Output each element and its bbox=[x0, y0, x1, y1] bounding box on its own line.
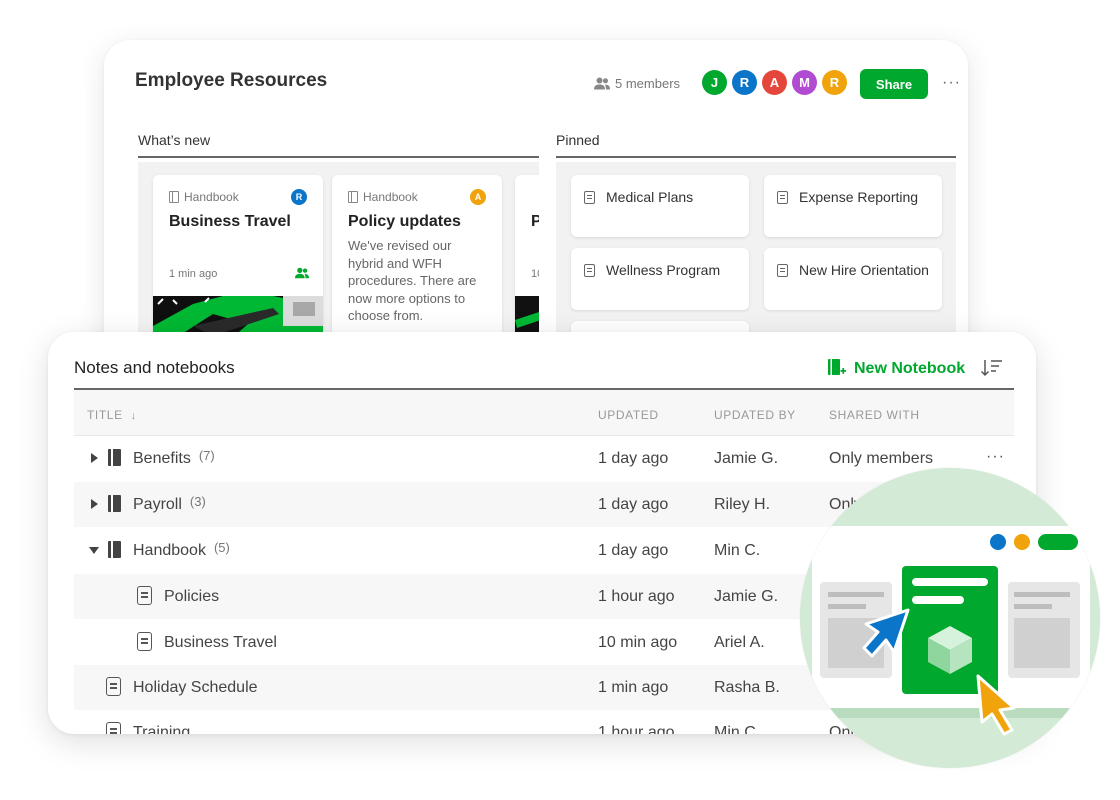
notebook-icon bbox=[108, 541, 121, 558]
notebook-icon bbox=[348, 191, 358, 203]
row-updated-by: Riley H. bbox=[714, 496, 771, 513]
templates-graphic bbox=[800, 468, 1100, 768]
note-card-time: 10 bbox=[531, 268, 539, 280]
row-updated: 1 hour ago bbox=[598, 724, 675, 734]
expand-caret-icon[interactable] bbox=[91, 499, 98, 509]
notebook-icon bbox=[108, 449, 121, 466]
row-more-icon[interactable]: ··· bbox=[986, 448, 1005, 466]
note-icon bbox=[777, 264, 788, 277]
row-updated-by: Jamie G. bbox=[714, 588, 779, 605]
whats-new-heading: What’s new bbox=[138, 132, 539, 158]
more-options-icon[interactable]: ··· bbox=[942, 74, 961, 92]
panel-title: Notes and notebooks bbox=[74, 358, 235, 377]
collaboration-illustration bbox=[800, 468, 1100, 768]
table-header: TITLE ↓ UPDATED UPDATED BY SHARED WITH bbox=[74, 390, 1014, 436]
new-notebook-label: New Notebook bbox=[854, 359, 966, 377]
note-card-title: Business Travel bbox=[169, 213, 291, 230]
row-title: Policies bbox=[164, 588, 220, 605]
row-title: Benefits (7) bbox=[133, 448, 215, 467]
space-title: Employee Resources bbox=[135, 70, 328, 91]
row-updated-by: Jamie G. bbox=[714, 450, 779, 467]
members-count[interactable]: 5 members bbox=[594, 76, 680, 91]
row-updated-by: Ariel A. bbox=[714, 634, 765, 651]
row-updated: 1 min ago bbox=[598, 679, 669, 696]
note-icon bbox=[584, 191, 595, 204]
note-card-tag: Handbook bbox=[348, 190, 418, 204]
new-notebook-button[interactable]: New Notebook bbox=[828, 359, 965, 378]
new-notebook-icon bbox=[828, 359, 846, 375]
pinned-item[interactable]: New Hire Orientation bbox=[764, 248, 942, 310]
note-icon bbox=[584, 264, 595, 277]
row-updated-by: Min C. bbox=[714, 724, 761, 734]
sort-icon[interactable] bbox=[980, 358, 1004, 378]
row-updated-by: Rasha B. bbox=[714, 679, 780, 696]
avatar: R bbox=[291, 189, 307, 205]
note-card-tag: Handbook bbox=[169, 190, 239, 204]
pinned-item[interactable]: Wellness Program bbox=[571, 248, 749, 310]
notebook-icon bbox=[108, 495, 121, 512]
row-updated: 1 day ago bbox=[598, 450, 669, 467]
column-header-title[interactable]: TITLE ↓ bbox=[87, 408, 137, 422]
row-title: Handbook (5) bbox=[133, 540, 230, 559]
note-card-title: P bbox=[531, 213, 539, 230]
row-updated: 1 day ago bbox=[598, 496, 669, 513]
row-updated-by: Min C. bbox=[714, 542, 761, 559]
note-card-preview: We've revised our hybrid and WFH procedu… bbox=[348, 238, 477, 323]
collapse-caret-icon[interactable] bbox=[89, 547, 99, 554]
row-title: Holiday Schedule bbox=[133, 679, 258, 696]
avatar[interactable]: R bbox=[732, 70, 757, 95]
avatar[interactable]: M bbox=[792, 70, 817, 95]
pinned-heading: Pinned bbox=[556, 132, 956, 158]
row-title: Business Travel bbox=[164, 634, 277, 651]
note-icon bbox=[106, 722, 121, 734]
member-avatars[interactable]: J R A M R bbox=[702, 70, 847, 95]
column-header-updated-by[interactable]: UPDATED BY bbox=[714, 408, 796, 422]
note-card-title: Policy updates bbox=[348, 213, 461, 230]
shared-icon bbox=[295, 267, 309, 279]
row-updated: 1 hour ago bbox=[598, 588, 675, 605]
members-label: 5 members bbox=[615, 76, 681, 91]
row-title: Training bbox=[133, 724, 191, 734]
avatar[interactable]: R bbox=[822, 70, 847, 95]
sort-arrow-down-icon: ↓ bbox=[130, 410, 137, 422]
expand-caret-icon[interactable] bbox=[91, 453, 98, 463]
row-title: Payroll (3) bbox=[133, 494, 206, 513]
avatar[interactable]: J bbox=[702, 70, 727, 95]
table-row[interactable]: Benefits (7) 1 day ago Jamie G. Only memb… bbox=[74, 436, 1014, 481]
avatar: A bbox=[470, 189, 486, 205]
note-card-time: 1 min ago bbox=[169, 268, 218, 280]
notebook-icon bbox=[169, 191, 179, 203]
column-header-shared-with[interactable]: SHARED WITH bbox=[829, 408, 920, 422]
note-icon bbox=[137, 632, 152, 651]
note-icon bbox=[137, 586, 152, 605]
row-updated: 10 min ago bbox=[598, 634, 678, 651]
note-icon bbox=[106, 677, 121, 696]
pinned-item[interactable]: Expense Reporting bbox=[764, 175, 942, 237]
people-icon bbox=[594, 77, 610, 90]
row-updated: 1 day ago bbox=[598, 542, 669, 559]
share-button[interactable]: Share bbox=[860, 69, 928, 99]
row-shared-with: Only members bbox=[829, 450, 934, 467]
column-header-updated[interactable]: UPDATED bbox=[598, 408, 659, 422]
note-icon bbox=[777, 191, 788, 204]
pinned-item[interactable]: Medical Plans bbox=[571, 175, 749, 237]
avatar[interactable]: A bbox=[762, 70, 787, 95]
